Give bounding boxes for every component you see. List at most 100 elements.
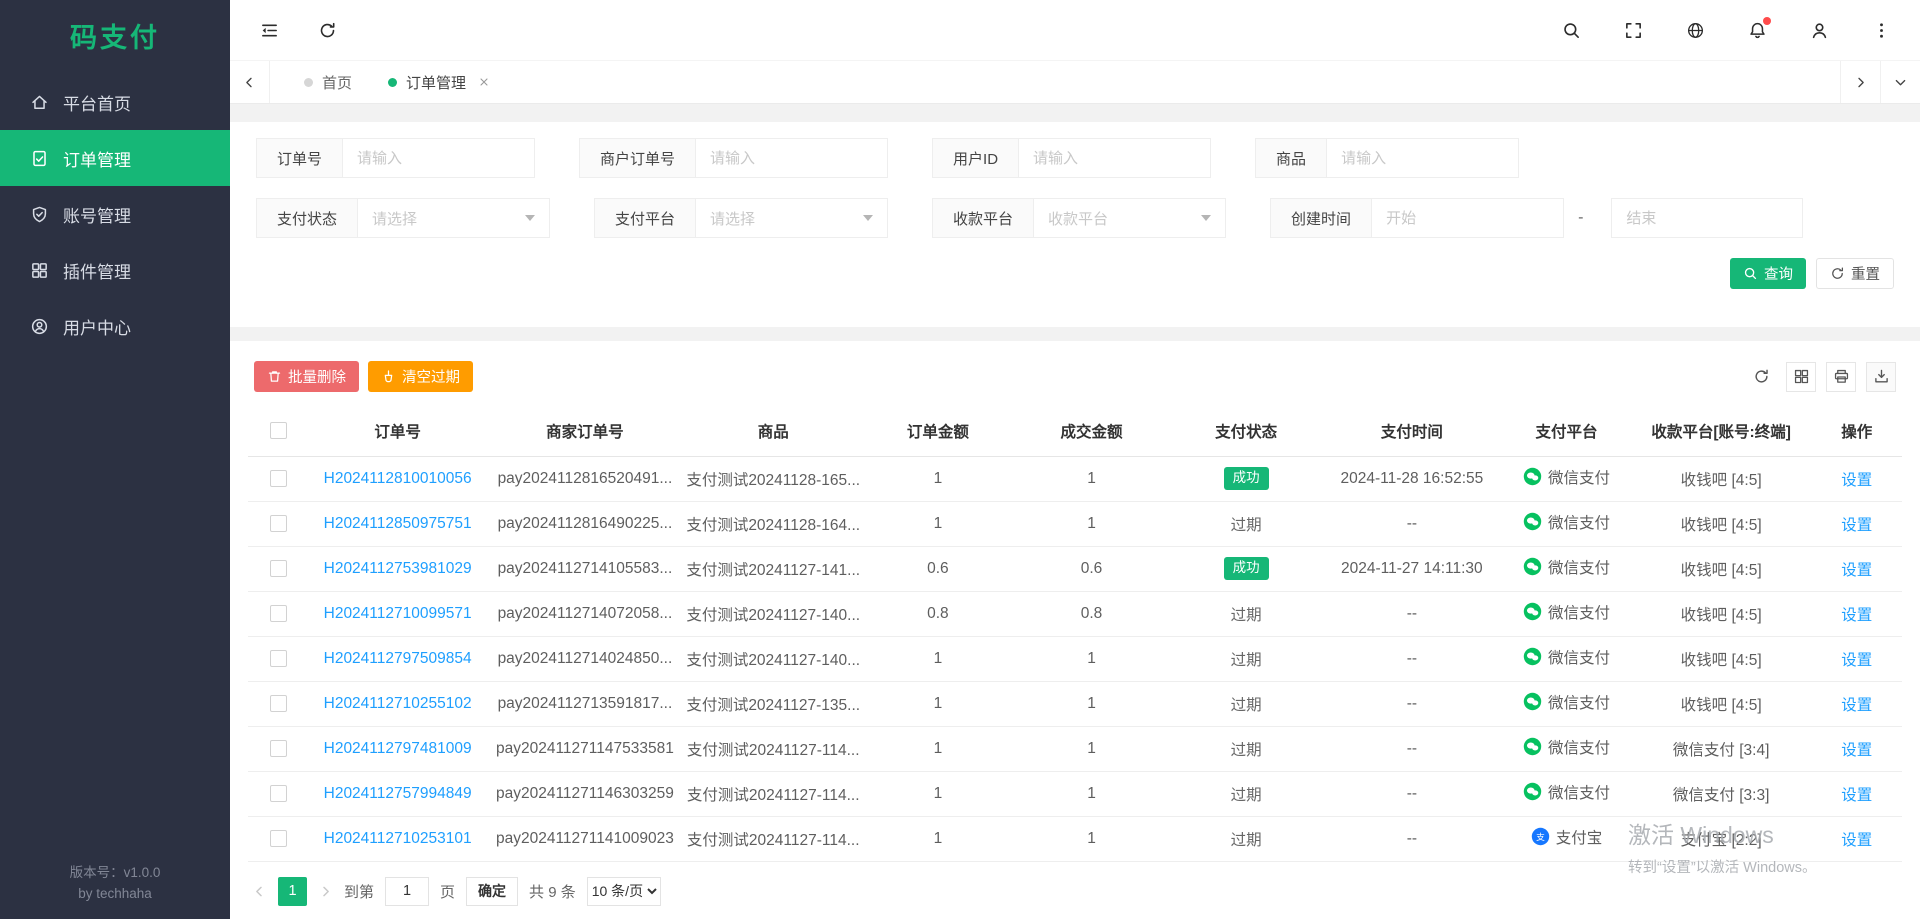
row-checkbox[interactable] (270, 560, 287, 577)
refresh-page-icon[interactable] (316, 19, 338, 41)
receiver-cell: 收钱吧 [4:5] (1631, 681, 1812, 726)
table-row: H2024112850975751 pay2024112816490225...… (248, 501, 1902, 546)
date-start-input[interactable] (1372, 198, 1564, 238)
current-page-button[interactable]: 1 (278, 877, 307, 906)
tab-home[interactable]: 首页 (286, 61, 370, 103)
order-id-link[interactable]: H2024112710253101 (324, 830, 472, 847)
sidebar-item-order-management[interactable]: 订单管理 (0, 130, 230, 186)
row-checkbox[interactable] (270, 605, 287, 622)
row-checkbox[interactable] (270, 830, 287, 847)
filter-label: 订单号 (256, 138, 343, 178)
status-badge: 成功 (1224, 467, 1269, 490)
row-checkbox[interactable] (270, 785, 287, 802)
row-checkbox[interactable] (270, 695, 287, 712)
row-settings-link[interactable]: 设置 (1841, 742, 1872, 759)
filter-label: 收款平台 (932, 198, 1034, 238)
page-jump-confirm-button[interactable]: 确定 (466, 877, 518, 906)
platform-label: 微信支付 (1548, 601, 1610, 623)
row-settings-link[interactable]: 设置 (1841, 517, 1872, 534)
row-settings-link[interactable]: 设置 (1841, 652, 1872, 669)
column-filter-grid-icon[interactable] (1786, 362, 1816, 392)
user-avatar-icon[interactable] (1808, 19, 1830, 41)
order-id-link[interactable]: H2024112710099571 (324, 605, 472, 622)
platform-cell: 支 微信支付 (1523, 556, 1610, 578)
clear-expired-button[interactable]: 清空过期 (368, 361, 473, 392)
paid-amount-cell: 1 (1012, 636, 1171, 681)
receive-platform-select[interactable]: 收款平台 (1034, 198, 1226, 238)
filter-panel: 订单号 商户订单号 用户ID 商品 (230, 122, 1920, 327)
merchant-order-cell: pay202411271146303259 (487, 771, 683, 816)
export-download-icon[interactable] (1866, 362, 1896, 392)
tab-order-management[interactable]: 订单管理 (370, 61, 508, 103)
tabs-scroll-left-button[interactable] (230, 61, 270, 103)
row-settings-link[interactable]: 设置 (1841, 697, 1872, 714)
alipay-icon: 支 (1531, 827, 1550, 846)
sidebar-item-account-management[interactable]: 账号管理 (0, 186, 230, 242)
prev-page-button[interactable] (252, 884, 267, 899)
order-id-link[interactable]: H2024112710255102 (324, 695, 472, 712)
row-settings-link[interactable]: 设置 (1841, 607, 1872, 624)
order-id-link[interactable]: H2024112753981029 (324, 560, 472, 577)
chevron-right-icon (318, 884, 333, 899)
order-amount-cell: 1 (864, 726, 1013, 771)
table-refresh-icon[interactable] (1746, 362, 1776, 392)
search-icon[interactable] (1560, 19, 1582, 41)
next-page-button[interactable] (318, 884, 333, 899)
row-checkbox[interactable] (270, 650, 287, 667)
sidebar-item-plugin-management[interactable]: 插件管理 (0, 242, 230, 298)
tabs-menu-button[interactable] (1880, 61, 1920, 103)
pay-platform-select[interactable]: 请选择 (696, 198, 888, 238)
notifications-bell-icon[interactable] (1746, 19, 1768, 41)
svg-text:支: 支 (1536, 831, 1545, 842)
row-settings-link[interactable]: 设置 (1841, 787, 1872, 804)
user-id-input[interactable] (1019, 138, 1211, 178)
sidebar-item-user-center[interactable]: 用户中心 (0, 298, 230, 354)
search-button[interactable]: 查询 (1730, 258, 1806, 289)
order-amount-cell: 1 (864, 816, 1013, 861)
order-id-input[interactable] (343, 138, 535, 178)
collapse-sidebar-icon[interactable] (258, 19, 280, 41)
order-id-link[interactable]: H2024112810010056 (324, 470, 472, 487)
product-cell: 支付测试20241127-140... (683, 636, 864, 681)
row-settings-link[interactable]: 设置 (1841, 832, 1872, 849)
page-jump-input[interactable] (385, 877, 429, 906)
print-icon[interactable] (1826, 362, 1856, 392)
order-id-link[interactable]: H2024112757994849 (324, 785, 472, 802)
wechat-pay-icon (1523, 512, 1542, 531)
tab-close-icon[interactable] (478, 76, 490, 88)
product-input[interactable] (1327, 138, 1519, 178)
platform-label: 微信支付 (1548, 781, 1610, 803)
row-settings-link[interactable]: 设置 (1841, 562, 1872, 579)
row-checkbox[interactable] (270, 740, 287, 757)
col-product: 商品 (683, 406, 864, 456)
product-cell: 支付测试20241127-114... (683, 771, 864, 816)
chevron-left-icon (252, 884, 267, 899)
row-checkbox[interactable] (270, 470, 287, 487)
platform-label: 微信支付 (1548, 646, 1610, 668)
sidebar-item-platform-home[interactable]: 平台首页 (0, 74, 230, 130)
batch-delete-button[interactable]: 批量删除 (254, 361, 359, 392)
tabs-scroll-right-button[interactable] (1840, 61, 1880, 103)
filter-label: 用户ID (932, 138, 1019, 178)
app-logo: 码支付 (0, 0, 230, 70)
pay-status-select[interactable]: 请选择 (358, 198, 550, 238)
row-settings-link[interactable]: 设置 (1841, 472, 1872, 489)
order-amount-cell: 1 (864, 636, 1013, 681)
row-checkbox[interactable] (270, 515, 287, 532)
language-globe-icon[interactable] (1684, 19, 1706, 41)
fullscreen-icon[interactable] (1622, 19, 1644, 41)
date-end-input[interactable] (1611, 198, 1803, 238)
wechat-pay-icon (1523, 647, 1542, 666)
order-id-link[interactable]: H2024112797481009 (324, 740, 472, 757)
magnifier-icon (1743, 266, 1758, 281)
reset-button[interactable]: 重置 (1816, 258, 1894, 289)
order-id-link[interactable]: H2024112850975751 (324, 515, 472, 532)
per-page-select[interactable]: 10 条/页 (587, 877, 661, 906)
more-options-icon[interactable] (1870, 19, 1892, 41)
order-id-link[interactable]: H2024112797509854 (324, 650, 472, 667)
toolbar-actions: 批量删除 清空过期 (254, 361, 473, 392)
merchant-order-id-input[interactable] (696, 138, 888, 178)
pay-time-cell: -- (1321, 501, 1502, 546)
select-all-checkbox[interactable] (270, 422, 287, 439)
table-row: H2024112810010056 pay2024112816520491...… (248, 456, 1902, 501)
